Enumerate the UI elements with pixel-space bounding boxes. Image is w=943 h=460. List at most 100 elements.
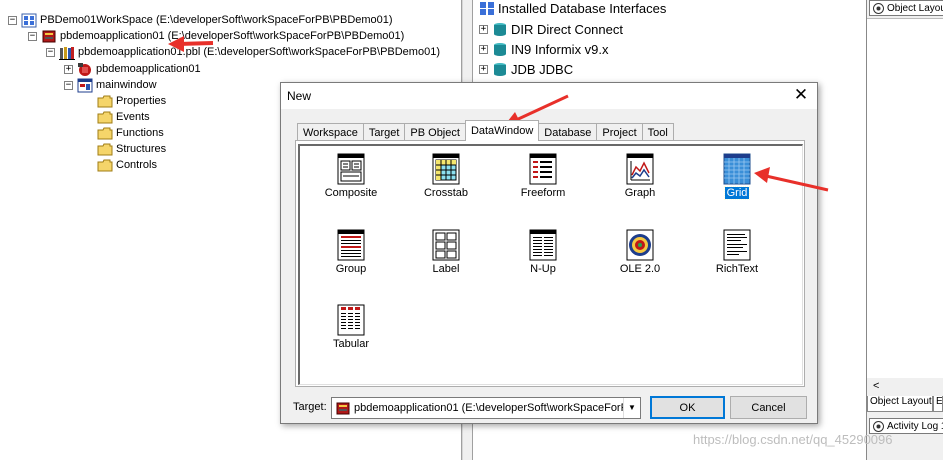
- workspace-label: PBDemo01WorkSpace (E:\developerSoft\work…: [40, 14, 393, 26]
- dw-item-composite[interactable]: Composite: [303, 150, 399, 214]
- folder-label: Structures: [116, 143, 167, 155]
- layout-icon: [872, 2, 885, 15]
- crosstab-icon: [430, 153, 462, 185]
- tree-node-folder[interactable]: Events: [97, 109, 150, 125]
- tree-node-library[interactable]: − pbdemoapplication01.pbl (E:\developerS…: [46, 44, 440, 60]
- collapse-toggle[interactable]: −: [46, 47, 55, 57]
- collapse-toggle[interactable]: −: [8, 15, 17, 25]
- db-item-label: IN9 Informix v9.x: [511, 41, 609, 57]
- dialog-titlebar[interactable]: New ✕: [281, 83, 817, 109]
- db-header-label: Installed Database Interfaces: [498, 0, 667, 16]
- db-interfaces-icon: [479, 1, 495, 16]
- database-icon: [492, 42, 508, 57]
- expand-toggle[interactable]: +: [64, 64, 73, 74]
- collapse-toggle[interactable]: −: [64, 80, 73, 90]
- folder-icon: [97, 142, 113, 157]
- composite-icon: [335, 153, 367, 185]
- tab-target[interactable]: Target: [362, 123, 406, 141]
- db-item[interactable]: + JDB JDBC: [479, 59, 573, 79]
- cancel-button[interactable]: Cancel: [730, 396, 807, 419]
- tab-extra[interactable]: E: [933, 396, 943, 412]
- tree-node-folder[interactable]: Controls: [97, 157, 157, 173]
- dw-item-label: Freeform: [520, 187, 566, 199]
- ok-button[interactable]: OK: [650, 396, 725, 419]
- tab-workspace[interactable]: Workspace: [297, 123, 364, 141]
- folder-label: Properties: [116, 95, 167, 107]
- target-icon: [41, 29, 57, 44]
- dw-item-label: Group: [335, 263, 367, 275]
- object-layout-title-label: Object Layout: [887, 2, 943, 14]
- tree-node-window[interactable]: − mainwindow: [64, 77, 157, 93]
- tab-tool[interactable]: Tool: [641, 123, 674, 141]
- dialog-title: New: [287, 89, 312, 103]
- object-layout-title[interactable]: Object Layout: [869, 0, 943, 16]
- close-icon[interactable]: ✕: [793, 86, 809, 104]
- grid-icon: [721, 153, 753, 185]
- tree-node-application[interactable]: + pbdemoapplication01: [64, 61, 201, 77]
- expand-toggle[interactable]: +: [479, 24, 488, 34]
- dw-item-freeform[interactable]: Freeform: [495, 150, 591, 214]
- tabular-icon: [335, 304, 367, 336]
- db-item[interactable]: + IN9 Informix v9.x: [479, 39, 609, 59]
- dw-item-label-style[interactable]: Label: [398, 226, 494, 290]
- dw-item-group[interactable]: Group: [303, 226, 399, 290]
- db-tree-header[interactable]: Installed Database Interfaces: [479, 0, 666, 18]
- folder-label: Functions: [116, 127, 164, 139]
- target-dropdown[interactable]: pbdemoapplication01 (E:\developerSoft\wo…: [331, 397, 641, 419]
- target-dropdown-value: pbdemoapplication01 (E:\developerSoft\wo…: [354, 402, 640, 414]
- tab-datawindow[interactable]: DataWindow: [464, 120, 540, 141]
- dw-item-graph[interactable]: Graph: [592, 150, 688, 214]
- folder-icon: [97, 110, 113, 125]
- db-item-label: DIR Direct Connect: [511, 21, 623, 37]
- datawindow-style-list[interactable]: Composite Crosstab Freeform Graph Grid G…: [298, 144, 803, 385]
- group-icon: [335, 229, 367, 261]
- target-label: pbdemoapplication01 (E:\developerSoft\wo…: [60, 30, 405, 42]
- database-icon: [492, 22, 508, 37]
- dialog-tab-strip: Workspace Target PB Object DataWindow Da…: [297, 120, 674, 141]
- activity-log-icon: [872, 420, 885, 433]
- richtext-icon: [721, 229, 753, 261]
- tab-database[interactable]: Database: [538, 123, 598, 141]
- dw-item-tabular[interactable]: Tabular: [303, 301, 399, 365]
- watermark: https://blog.csdn.net/qq_45290096: [693, 432, 893, 447]
- tab-object-layout[interactable]: Object Layout: [867, 396, 933, 412]
- database-icon: [492, 62, 508, 77]
- dw-item-label: OLE 2.0: [619, 263, 661, 275]
- tree-node-workspace[interactable]: − PBDemo01WorkSpace (E:\developerSoft\wo…: [8, 12, 393, 28]
- library-label: pbdemoapplication01.pbl (E:\developerSof…: [78, 46, 440, 58]
- dw-item-crosstab[interactable]: Crosstab: [398, 150, 494, 214]
- object-layout-panel: Object Layout < Object Layout E Activity…: [866, 0, 943, 460]
- db-item-label: JDB JDBC: [511, 61, 574, 77]
- db-item[interactable]: + DIR Direct Connect: [479, 19, 623, 39]
- dw-item-label: RichText: [715, 263, 759, 275]
- expand-toggle[interactable]: +: [479, 64, 488, 74]
- tree-node-target[interactable]: − pbdemoapplication01 (E:\developerSoft\…: [28, 28, 404, 44]
- tab-project[interactable]: Project: [596, 123, 643, 141]
- panel-scroll-left[interactable]: <: [867, 380, 943, 396]
- window-icon: [77, 78, 93, 93]
- expand-toggle[interactable]: +: [479, 44, 488, 54]
- dw-item-nup[interactable]: N-Up: [495, 226, 591, 290]
- chevron-down-icon[interactable]: ▼: [623, 398, 640, 418]
- tree-node-folder[interactable]: Properties: [97, 93, 166, 109]
- dw-item-ole[interactable]: OLE 2.0: [592, 226, 688, 290]
- tree-node-folder[interactable]: Structures: [97, 141, 166, 157]
- workspace-icon: [21, 13, 37, 28]
- tree-node-folder[interactable]: Functions: [97, 125, 164, 141]
- label-icon: [430, 229, 462, 261]
- library-icon: [59, 45, 75, 60]
- freeform-icon: [527, 153, 559, 185]
- object-layout-body: [867, 18, 943, 378]
- collapse-toggle[interactable]: −: [28, 31, 37, 41]
- new-dialog: New ✕ Workspace Target PB Object DataWin…: [280, 82, 818, 424]
- application-icon: [77, 62, 93, 77]
- folder-label: Controls: [116, 159, 157, 171]
- activity-log-title-label: Activity Log 1: [887, 420, 943, 432]
- tab-pb-object[interactable]: PB Object: [404, 123, 466, 141]
- folder-icon: [97, 126, 113, 141]
- dw-item-richtext[interactable]: RichText: [689, 226, 785, 290]
- folder-icon: [97, 158, 113, 173]
- dw-item-label: Graph: [624, 187, 656, 199]
- dw-item-grid[interactable]: Grid: [689, 150, 785, 214]
- ole-icon: [624, 229, 656, 261]
